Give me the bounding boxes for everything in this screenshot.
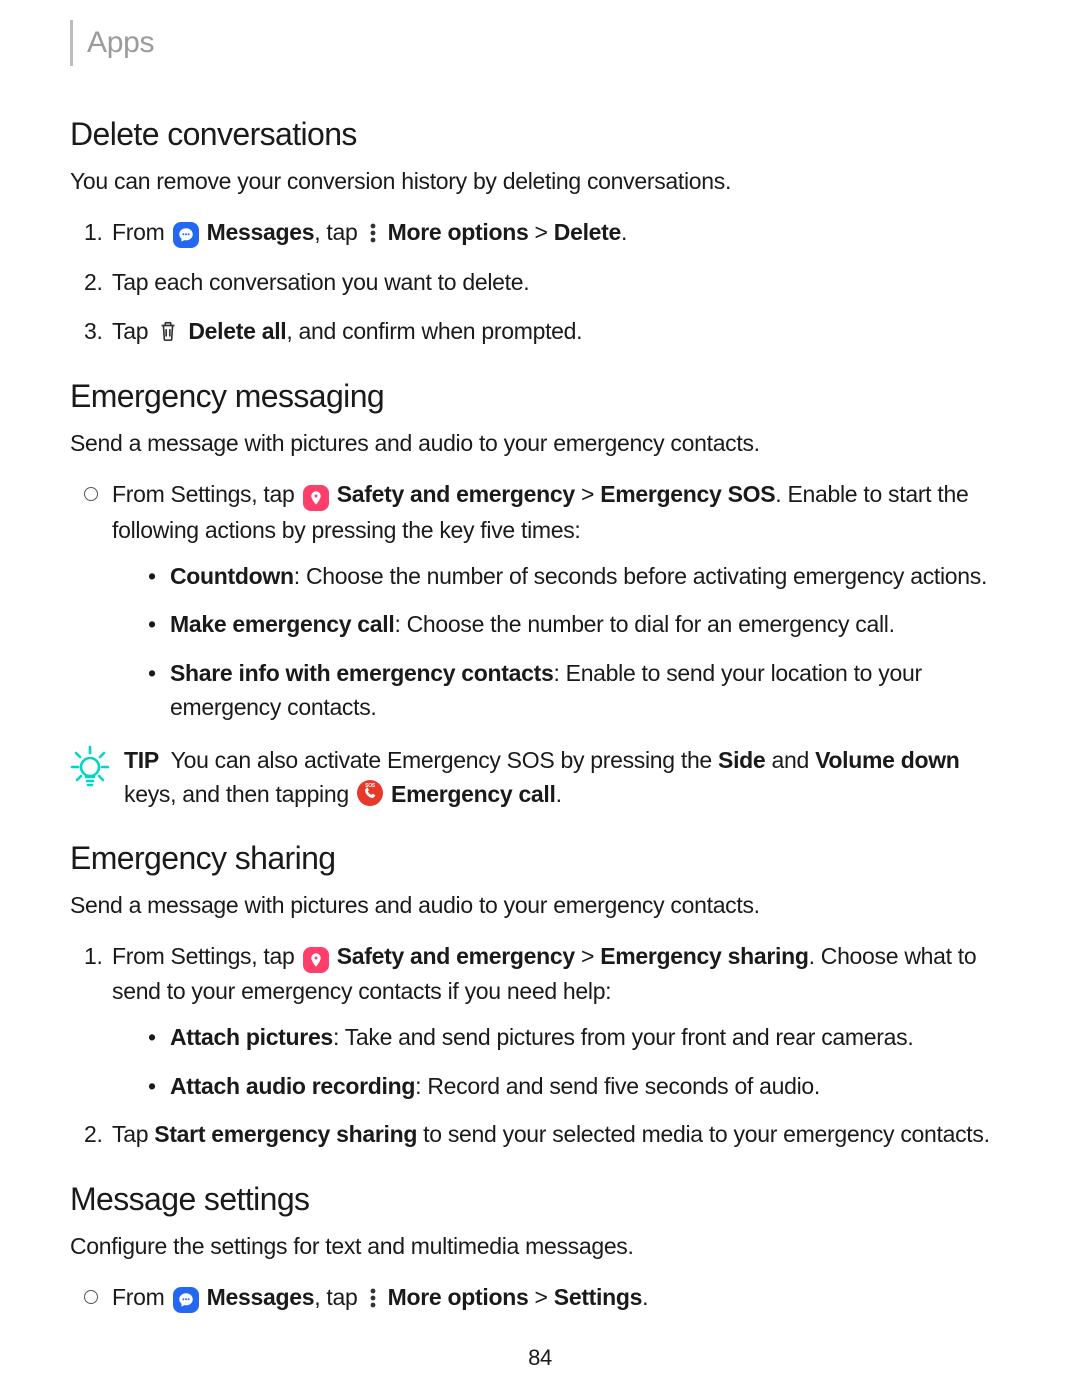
text: Tap [112,1121,154,1147]
text: From [112,1284,164,1310]
text: Attach pictures [170,1024,333,1050]
list-item: Attach pictures: Take and send pictures … [170,1020,1010,1055]
text: and [765,747,815,773]
more-options-icon [366,220,380,246]
text: to send your selected media to your emer… [417,1121,990,1147]
list-item: Tap Delete all, and confirm when prompte… [112,314,1010,350]
text: , tap [314,219,357,245]
text: Tap [112,318,148,344]
text: Safety and emergency [337,481,575,507]
list-item: From Settings, tap Safety and emergency … [112,477,1010,724]
text: Emergency sharing [600,943,808,969]
text: Make emergency call [170,611,394,637]
text: > [535,1284,548,1310]
intro-delete-conversations: You can remove your conversion history b… [70,165,1010,197]
text: More options [388,219,529,245]
list-item: From Messages, tap More options > Delete… [112,215,1010,251]
breadcrumb-divider [70,20,73,66]
list-item: Make emergency call: Choose the number t… [170,607,1010,642]
text: Emergency call [391,781,556,807]
text: Emergency SOS [600,481,775,507]
text: Share info with emergency contacts [170,660,553,686]
text: , tap [314,1284,357,1310]
heading-message-settings: Message settings [70,1181,1010,1218]
text: Attach audio recording [170,1073,415,1099]
text: . [621,219,627,245]
text: Messages [207,219,315,245]
text: , and confirm when prompted. [286,318,582,344]
text: Safety and emergency [337,943,575,969]
heading-delete-conversations: Delete conversations [70,116,1010,153]
list-item: Tap Start emergency sharing to send your… [112,1117,1010,1153]
text: Messages [207,1284,315,1310]
breadcrumb-text: Apps [87,26,154,60]
text: . [556,781,562,807]
intro-emergency-messaging: Send a message with pictures and audio t… [70,427,1010,459]
text: More options [388,1284,529,1310]
safety-emergency-icon [303,947,329,973]
text: Countdown [170,563,294,589]
safety-emergency-icon [303,485,329,511]
text: : Choose the number to dial for an emerg… [394,611,894,637]
list-item: From Settings, tap Safety and emergency … [112,939,1010,1103]
more-options-icon [366,1285,380,1311]
delete-icon [156,318,180,344]
text: : Take and send pictures from your front… [333,1024,913,1050]
text: > [581,481,594,507]
tip-body: TIP You can also activate Emergency SOS … [124,743,1010,812]
text: Volume down [815,747,960,773]
intro-message-settings: Configure the settings for text and mult… [70,1230,1010,1262]
messages-icon [173,222,199,248]
page-number: 84 [0,1345,1080,1371]
text: From Settings, tap [112,943,295,969]
list-item: From Messages, tap More options > Settin… [112,1280,1010,1316]
list-item: Countdown: Choose the number of seconds … [170,559,1010,594]
list-item: Tap each conversation you want to delete… [112,265,1010,301]
tip-lightbulb-icon [70,745,110,794]
text: : Record and send five seconds of audio. [415,1073,820,1099]
breadcrumb: Apps [70,20,1010,66]
text: Start emergency sharing [154,1121,417,1147]
messages-icon [173,1287,199,1313]
tip-callout: TIP You can also activate Emergency SOS … [70,743,1010,812]
text: Delete all [188,318,286,344]
intro-emergency-sharing: Send a message with pictures and audio t… [70,889,1010,921]
text: You can also activate Emergency SOS by p… [171,747,718,773]
text: . [642,1284,648,1310]
text: Side [718,747,765,773]
text: : Choose the number of seconds before ac… [294,563,987,589]
text: From Settings, tap [112,481,295,507]
list-item: Attach audio recording: Record and send … [170,1069,1010,1104]
tip-label: TIP [124,747,159,773]
text: From [112,219,164,245]
text: > [581,943,594,969]
heading-emergency-messaging: Emergency messaging [70,378,1010,415]
heading-emergency-sharing: Emergency sharing [70,840,1010,877]
text: Delete [554,219,621,245]
text: keys, and then tapping [124,781,349,807]
emergency-call-icon: SOS [357,780,383,806]
list-item: Share info with emergency contacts: Enab… [170,656,1010,725]
text: Settings [554,1284,642,1310]
text: > [535,219,548,245]
